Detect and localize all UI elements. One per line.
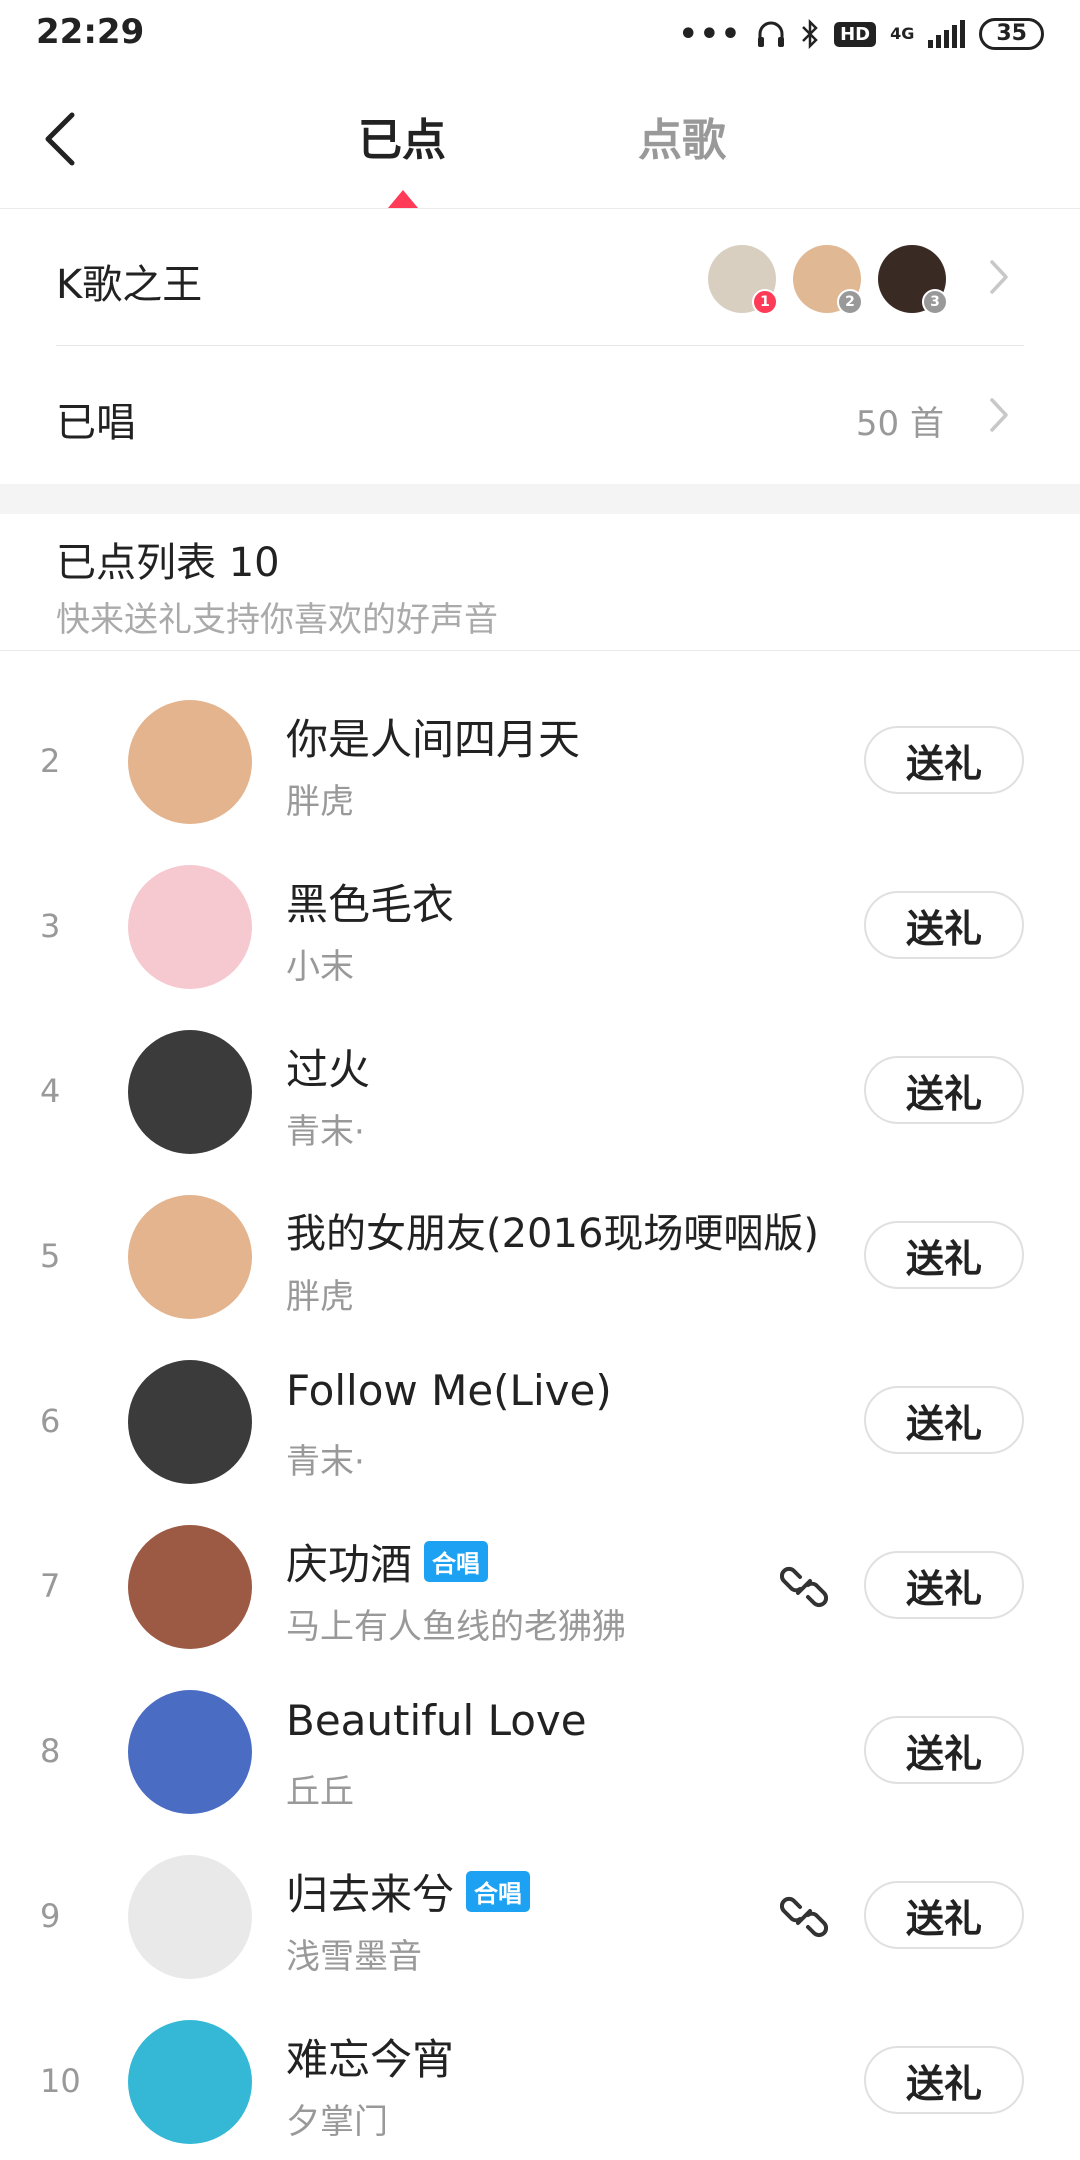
song-rank: 4 xyxy=(40,1072,61,1110)
song-title: Follow Me(Live) xyxy=(286,1366,612,1415)
chorus-badge: 合唱 xyxy=(466,1871,531,1912)
singer-avatar[interactable] xyxy=(128,2020,252,2144)
king-avatars: 1 2 3 xyxy=(708,245,948,315)
send-gift-button[interactable]: 送礼 xyxy=(864,726,1024,794)
rank-badge: 3 xyxy=(922,289,948,315)
song-title: 我的女朋友(2016现场哽咽版) xyxy=(286,1211,820,1257)
song-singer: 胖虎 xyxy=(286,1277,354,1317)
battery-indicator: 35 xyxy=(979,18,1044,50)
status-bar: 22:29 ••• HD 4G 35 xyxy=(0,0,1080,70)
list-item[interactable]: 4 过火 青末· 送礼 xyxy=(0,1010,1080,1175)
link-icon[interactable] xyxy=(780,1893,828,1941)
send-gift-button[interactable]: 送礼 xyxy=(864,891,1024,959)
singer-avatar[interactable] xyxy=(128,1030,252,1154)
chevron-right-icon xyxy=(990,260,1008,294)
king-avatar-2: 2 xyxy=(793,245,863,315)
status-time: 22:29 xyxy=(36,12,145,52)
list-item[interactable]: 7 庆功酒 合唱 马上有人鱼线的老狒狒 送礼 xyxy=(0,1505,1080,1670)
tab-requested[interactable]: 已点 xyxy=(358,104,446,166)
rank-badge: 2 xyxy=(837,289,863,315)
list-item[interactable]: 8 Beautiful Love 丘丘 送礼 xyxy=(0,1670,1080,1835)
song-rank: 2 xyxy=(40,742,61,780)
singer-avatar[interactable] xyxy=(128,1195,252,1319)
send-gift-button[interactable]: 送礼 xyxy=(864,1386,1024,1454)
sung-row[interactable]: 已唱 50 首 xyxy=(0,346,1080,484)
song-title: 归去来兮 xyxy=(286,1870,455,1919)
song-title: Beautiful Love xyxy=(286,1696,587,1745)
hd-badge: HD xyxy=(834,21,877,47)
king-avatar-3: 3 xyxy=(878,245,948,315)
singer-avatar[interactable] xyxy=(128,700,252,824)
list-subtitle: 快来送礼支持你喜欢的好声音 xyxy=(56,600,498,640)
singer-avatar[interactable] xyxy=(128,1855,252,1979)
singer-avatar[interactable] xyxy=(128,1690,252,1814)
chorus-badge: 合唱 xyxy=(424,1541,489,1582)
song-title: 黑色毛衣 xyxy=(286,880,455,929)
back-button[interactable] xyxy=(30,106,90,172)
chevron-right-icon xyxy=(990,398,1008,432)
song-singer: 胖虎 xyxy=(286,782,354,822)
status-icons: ••• HD 4G 35 xyxy=(679,14,1044,54)
list-header: 已点列表 10 快来送礼支持你喜欢的好声音 xyxy=(0,514,1080,651)
song-singer: 马上有人鱼线的老狒狒 xyxy=(286,1607,626,1647)
song-rank: 6 xyxy=(40,1402,61,1440)
list-item[interactable]: 5 我的女朋友(2016现场哽咽版) 胖虎 送礼 xyxy=(0,1175,1080,1340)
send-gift-button[interactable]: 送礼 xyxy=(864,1221,1024,1289)
bluetooth-icon xyxy=(802,19,818,49)
singer-avatar[interactable] xyxy=(128,1360,252,1484)
singer-avatar[interactable] xyxy=(128,1525,252,1649)
signal-icon xyxy=(928,20,966,48)
section-gap xyxy=(0,484,1080,514)
send-gift-button[interactable]: 送礼 xyxy=(864,1551,1024,1619)
send-gift-button[interactable]: 送礼 xyxy=(864,1881,1024,1949)
list-item[interactable]: 3 黑色毛衣 小末 送礼 xyxy=(0,845,1080,1010)
song-title: 你是人间四月天 xyxy=(286,715,581,764)
song-list[interactable]: 2 你是人间四月天 胖虎 送礼 3 黑色毛衣 小末 送礼 4 过火 青末· 送礼… xyxy=(0,650,1080,2160)
song-rank: 8 xyxy=(40,1732,61,1770)
song-rank: 9 xyxy=(40,1897,61,1935)
notification-dots-icon: ••• xyxy=(678,16,743,52)
song-singer: 青末· xyxy=(286,1442,365,1482)
list-item[interactable]: 2 你是人间四月天 胖虎 送礼 xyxy=(0,680,1080,845)
song-singer: 夕掌门 xyxy=(286,2102,388,2142)
list-item[interactable]: 6 Follow Me(Live) 青末· 送礼 xyxy=(0,1340,1080,1505)
song-rank: 7 xyxy=(40,1567,61,1605)
send-gift-button[interactable]: 送礼 xyxy=(864,1716,1024,1784)
headphones-icon xyxy=(758,21,785,47)
song-title: 难忘今宵 xyxy=(286,2035,455,2084)
king-row[interactable]: K歌之王 1 2 3 xyxy=(0,208,1080,346)
network-type: 4G xyxy=(890,24,915,43)
send-gift-button[interactable]: 送礼 xyxy=(864,1056,1024,1124)
list-item[interactable]: 9 归去来兮 合唱 浅雪墨音 送礼 xyxy=(0,1835,1080,2000)
rank-badge: 1 xyxy=(752,289,778,315)
song-singer: 青末· xyxy=(286,1112,365,1152)
song-title: 庆功酒 xyxy=(286,1540,413,1589)
list-item[interactable]: 10 难忘今宵 夕掌门 送礼 xyxy=(0,2000,1080,2160)
song-rank: 3 xyxy=(40,907,61,945)
list-title: 已点列表 10 xyxy=(56,540,280,586)
song-singer: 丘丘 xyxy=(286,1772,354,1812)
sung-row-label: 已唱 xyxy=(56,400,136,446)
song-rank: 10 xyxy=(40,2062,81,2100)
king-row-label: K歌之王 xyxy=(56,262,203,308)
tab-indicator xyxy=(388,190,418,208)
send-gift-button[interactable]: 送礼 xyxy=(864,2046,1024,2114)
back-arrow-icon xyxy=(45,112,75,166)
header: 已点 点歌 xyxy=(0,70,1080,209)
king-avatar-1: 1 xyxy=(708,245,778,315)
song-title: 过火 xyxy=(286,1045,371,1094)
link-icon[interactable] xyxy=(780,1563,828,1611)
sung-count: 50 首 xyxy=(855,404,944,444)
tab-request-song[interactable]: 点歌 xyxy=(638,104,726,166)
song-singer: 小末 xyxy=(286,947,354,987)
song-rank: 5 xyxy=(40,1237,61,1275)
singer-avatar[interactable] xyxy=(128,865,252,989)
song-singer: 浅雪墨音 xyxy=(286,1937,422,1977)
